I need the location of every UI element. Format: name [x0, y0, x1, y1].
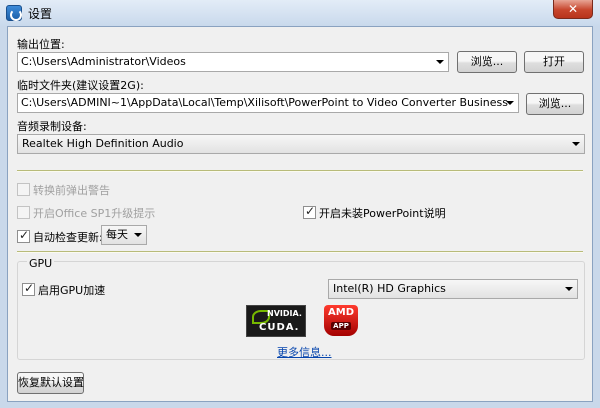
temp-folder-label: 临时文件夹(建议设置2G):	[17, 79, 144, 92]
chevron-down-icon[interactable]	[506, 101, 514, 105]
output-path-value: C:\Users\Administrator\Videos	[21, 55, 186, 68]
output-path-combo[interactable]: C:\Users\Administrator\Videos	[17, 52, 449, 72]
temp-path-value: C:\Users\ADMINI~1\AppData\Local\Temp\Xil…	[21, 96, 508, 109]
gpu-device-value: Intel(R) HD Graphics	[333, 282, 446, 295]
gpu-acceleration-label: 启用GPU加速	[38, 284, 106, 297]
amd-app-logo: AMD APP	[324, 305, 358, 336]
auto-update-label: 自动检查更新:	[33, 231, 103, 244]
window-title: 设置	[28, 7, 53, 21]
office-sp1-prompt-checkbox[interactable]	[17, 206, 30, 219]
ppt-not-installed-checkbox[interactable]	[303, 204, 316, 219]
update-frequency-select[interactable]: 每天	[101, 225, 147, 245]
chevron-down-icon[interactable]	[565, 287, 573, 291]
chevron-down-icon[interactable]	[134, 233, 142, 237]
audio-device-label: 音频录制设备:	[17, 120, 87, 133]
section-divider	[17, 170, 583, 172]
gpu-device-select[interactable]: Intel(R) HD Graphics	[328, 279, 578, 299]
audio-device-value: Realtek High Definition Audio	[22, 137, 184, 150]
audio-device-select[interactable]: Realtek High Definition Audio	[17, 134, 585, 154]
title-bar: 设置 ✕	[0, 0, 600, 26]
amd-logo-text: AMD	[328, 307, 354, 318]
gpu-acceleration-checkbox[interactable]	[22, 281, 35, 296]
office-sp1-prompt-label: 开启Office SP1升级提示	[33, 207, 156, 220]
warn-before-convert-checkbox[interactable]	[17, 183, 30, 196]
nvidia-cuda-logo: NVIDIA. CUDA.	[246, 305, 306, 337]
temp-browse-button[interactable]: 浏览...	[526, 93, 584, 115]
ppt-not-installed-label: 开启未装PowerPoint说明	[319, 207, 446, 220]
restore-defaults-button[interactable]: 恢复默认设置	[17, 372, 84, 394]
gpu-group-title: GPU	[27, 257, 55, 270]
amd-app-logo-text: APP	[331, 322, 351, 330]
app-icon	[6, 5, 22, 21]
nvidia-logo-text: NVIDIA.	[267, 309, 302, 318]
cuda-logo-text: CUDA.	[259, 322, 300, 333]
output-browse-button[interactable]: 浏览...	[457, 51, 517, 73]
chevron-down-icon[interactable]	[436, 60, 444, 64]
warn-before-convert-label: 转换前弹出警告	[33, 184, 110, 197]
chevron-down-icon[interactable]	[572, 142, 580, 146]
update-frequency-value: 每天	[106, 228, 128, 241]
close-button[interactable]: ✕	[553, 0, 593, 19]
auto-update-checkbox[interactable]	[17, 228, 30, 243]
section-divider	[17, 251, 583, 253]
more-info-link[interactable]: 更多信息...	[277, 344, 332, 360]
temp-path-combo[interactable]: C:\Users\ADMINI~1\AppData\Local\Temp\Xil…	[17, 93, 519, 113]
output-location-label: 输出位置:	[17, 38, 65, 51]
open-folder-button[interactable]: 打开	[524, 51, 584, 73]
